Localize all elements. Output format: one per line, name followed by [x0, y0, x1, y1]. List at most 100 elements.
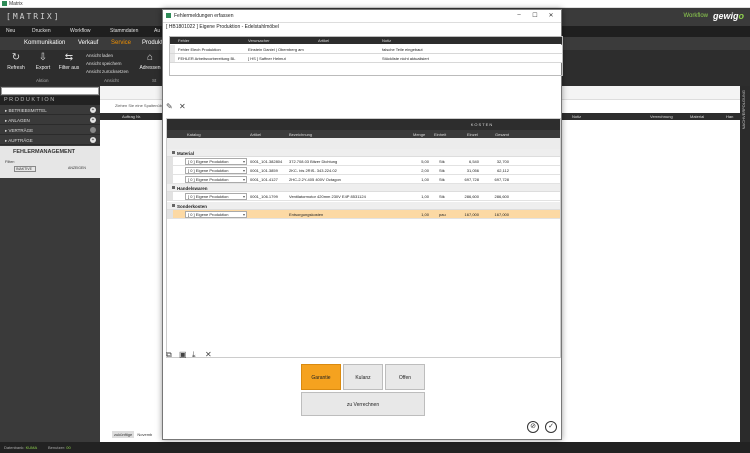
column-notiz: Notiz: [382, 38, 392, 43]
confirm-icon[interactable]: ✓: [545, 421, 557, 433]
tab-kommunikation[interactable]: Kommunikation: [24, 40, 65, 46]
plus-icon[interactable]: +: [90, 137, 96, 143]
column-einzel: Einzel: [467, 131, 478, 137]
sidebar-item-anlagen[interactable]: ▸ ANLAGEN +: [0, 116, 100, 125]
column-menge: Menge: [413, 131, 426, 137]
filter-off-icon: ⇆: [64, 52, 74, 63]
column-bezeichnung: Bezeichnung: [289, 131, 313, 137]
show-button[interactable]: ANZEIGEN: [68, 166, 86, 170]
export-button[interactable]: ⇩ Export: [31, 52, 55, 71]
menu-more[interactable]: Au: [154, 28, 160, 34]
kosten-spacer: [167, 138, 560, 149]
tracking-label[interactable]: NACHVERFOLGUNG: [741, 90, 746, 129]
status-user: Benutzer: 00: [48, 445, 71, 450]
fehler-row[interactable]: FEHLER Arbeitsvorbereitung BL [ HS ] Saf…: [170, 54, 562, 63]
column-han: Han: [726, 114, 734, 119]
verrechnen-button[interactable]: zu Verrechnen: [301, 392, 425, 416]
fehler-table-header: Fehler Verursacher Artikel Notiz: [170, 37, 562, 44]
kulanz-button[interactable]: Kulanz: [343, 364, 383, 390]
group-row-sonderkosten[interactable]: Sonderkosten: [167, 202, 560, 210]
app-titlebar: Matrix: [0, 0, 750, 8]
tab-service[interactable]: Service: [111, 40, 131, 46]
offen-button[interactable]: Offen: [385, 364, 425, 390]
menu-neu[interactable]: Neu: [6, 28, 15, 34]
refresh-icon: ↻: [11, 52, 21, 63]
download-icon[interactable]: ⤓: [192, 350, 196, 360]
minimize-button[interactable]: –: [513, 12, 525, 18]
katalog-dropdown[interactable]: [ 0 ] Eigene Produktion ▾: [185, 193, 247, 200]
plus-icon[interactable]: +: [90, 117, 96, 123]
fehler-row[interactable]: Fehler Elech Produktion Einstein Daniel …: [170, 45, 562, 54]
sidebar-search-input[interactable]: [1, 87, 99, 95]
menu-drucken[interactable]: Drucken: [32, 28, 51, 34]
maximize-button[interactable]: ☐: [529, 12, 541, 19]
sidebar-section-fehlermanagement: FEHLERMANAGEMENT Filter: INAKTIVE ANZEIG…: [0, 146, 100, 178]
group-row-material[interactable]: Material: [167, 149, 560, 157]
address-button[interactable]: ⌂ Adressen: [137, 52, 163, 71]
collapse-icon[interactable]: [172, 204, 175, 207]
tab-november[interactable]: Novemb: [135, 431, 154, 438]
save-icon[interactable]: ▣: [179, 350, 187, 359]
chevron-down-icon: ▾: [242, 168, 245, 173]
katalog-dropdown[interactable]: [ 0 ] Eigene Produktion ▾: [185, 158, 247, 165]
app-logo-icon: [2, 1, 7, 6]
tab-verkauf[interactable]: Verkauf: [78, 40, 98, 46]
cancel-icon[interactable]: ⊘: [527, 421, 539, 433]
status-db: Datenbank: KUMA: [4, 445, 38, 450]
view-save-button[interactable]: Ansicht speichern: [86, 61, 122, 66]
layers-icon[interactable]: ⧉: [166, 350, 172, 360]
kosten-label: KOSTEN: [470, 122, 494, 127]
katalog-dropdown[interactable]: [ 0 ] Eigene Produktion ▾: [185, 176, 247, 183]
plus-icon[interactable]: [90, 127, 96, 133]
chevron-down-icon: ▾: [242, 159, 245, 164]
group-row-handelswaren[interactable]: Handelswaren: [167, 184, 560, 192]
column-fehler: Fehler: [178, 38, 190, 43]
column-verursacher: Verursacher: [248, 38, 270, 43]
dialog-app-icon: [166, 13, 171, 18]
tab-produkt[interactable]: Produkt: [142, 40, 163, 46]
refresh-button[interactable]: ↻ Refresh: [4, 52, 28, 71]
katalog-dropdown[interactable]: [ 0 ] Eigene Produktion ▾: [185, 167, 247, 174]
close-button[interactable]: ✕: [545, 12, 557, 19]
view-reset-button[interactable]: Ansicht zurücksetzen: [86, 69, 129, 74]
column-material: Material: [690, 114, 705, 119]
kosten-row[interactable]: [ 0 ] Eigene Produktion ▾ 0001_106.1799 V…: [167, 192, 560, 201]
kosten-row[interactable]: [ 0 ] Eigene Produktion ▾ 0001_101.3859 2…: [167, 166, 560, 175]
ribbon-group-ansicht: Ansicht: [104, 78, 119, 83]
chevron-down-icon: ▾: [242, 177, 245, 182]
kosten-table: KOSTEN Katalog Artikel Bezeichnung Menge…: [166, 118, 561, 358]
tab-zukuenftige[interactable]: zukünftige: [112, 431, 135, 438]
sidebar-item-auftraege[interactable]: ▸ AUFTRÄGE +: [0, 136, 100, 145]
kosten-row[interactable]: [ 0 ] Eigene Produktion ▾ 0001_101.382804…: [167, 157, 560, 166]
filter-off-button[interactable]: ⇆ Filter aus: [57, 52, 81, 71]
kosten-row[interactable]: [ 0 ] Eigene Produktion ▾ 0001_101.4127 2…: [167, 175, 560, 184]
katalog-dropdown[interactable]: [ 0 ] Eigene Produktion ▾: [185, 211, 247, 218]
inactive-checkbox[interactable]: INAKTIVE: [14, 166, 36, 172]
garantie-button[interactable]: Garantie: [301, 364, 341, 390]
dialog-subtitle: [ HB1801022 ] Eigene Produktion - Edelst…: [166, 24, 279, 30]
menu-workflow[interactable]: Workflow: [70, 28, 90, 34]
delete-icon[interactable]: ✕: [205, 350, 212, 359]
column-notiz: Notiz: [572, 114, 582, 119]
right-rail: NACHVERFOLGUNG: [740, 86, 750, 442]
column-einheit: Einheit: [434, 131, 447, 137]
brand-logo: [MATRIX]: [6, 12, 61, 21]
plus-icon[interactable]: +: [90, 107, 96, 113]
collapse-icon[interactable]: [172, 151, 175, 154]
workflow-link[interactable]: Workflow: [683, 13, 708, 19]
ribbon-group-aktion: Aktion: [36, 78, 49, 83]
fehlermeldung-dialog: Fehlermeldungen erfassen – ☐ ✕ [ HB18010…: [162, 9, 563, 440]
menu-stammdaten[interactable]: Stammdaten: [110, 28, 138, 34]
edit-icon[interactable]: ✎: [166, 102, 173, 111]
collapse-icon[interactable]: [172, 186, 175, 189]
sidebar-title: PRODUKTION: [0, 96, 100, 105]
delete-icon[interactable]: ✕: [179, 102, 186, 111]
kosten-row-selected[interactable]: [ 0 ] Eigene Produktion ▾ Entsorgungskost…: [167, 210, 560, 219]
chevron-down-icon: ▾: [242, 212, 245, 217]
kosten-group-header: KOSTEN: [167, 119, 560, 130]
view-load-button[interactable]: Ansicht laden: [86, 53, 113, 58]
sidebar-item-vertraege[interactable]: ▸ VERTRÄGE: [0, 126, 100, 135]
column-artikel: Artikel: [250, 131, 262, 137]
column-verrechnung: Verrechnung: [650, 114, 673, 119]
sidebar-item-betriebsmittel[interactable]: ▸ BETRIEBSMITTEL +: [0, 106, 100, 115]
